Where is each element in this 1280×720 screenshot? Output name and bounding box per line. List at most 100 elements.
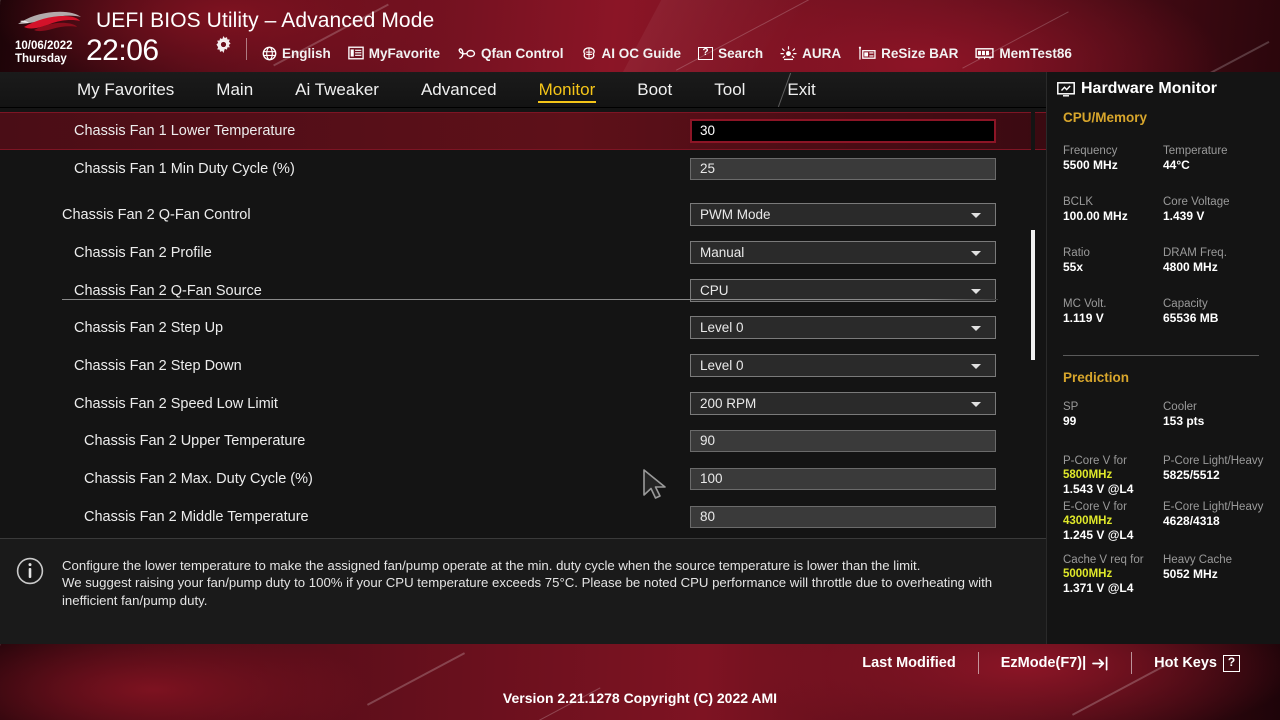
hw-cell-key: Capacity (1163, 298, 1208, 310)
setting-row[interactable]: Chassis Fan 1 Lower Temperature 30 (0, 112, 1046, 150)
hw-cell-key: P-Core V for 5800MHz (1063, 455, 1127, 481)
hw-cell: MC Volt. 1.119 V (1063, 297, 1163, 326)
tab-my-favorites[interactable]: My Favorites (56, 72, 195, 108)
clock-text: 22:06 (86, 34, 159, 67)
memory-icon (975, 48, 994, 60)
tab-monitor[interactable]: Monitor (518, 72, 617, 108)
hw-cell-value: 153 pts (1163, 414, 1205, 428)
setting-input[interactable]: 100 (690, 467, 996, 490)
header-menu-item-resize-bar[interactable]: ReSize BAR (858, 46, 958, 61)
hw-cell: BCLK 100.00 MHz (1063, 195, 1163, 224)
setting-row[interactable]: Chassis Fan 1 Min Duty Cycle (%) 25 (0, 150, 1046, 188)
settings-panel: Chassis Fan 1 Lower Temperature 30 Chassis… (0, 108, 1046, 538)
setting-input[interactable]: 30 (690, 118, 996, 143)
header-divider (246, 38, 247, 60)
monitor-icon (1057, 81, 1075, 96)
tab-tool[interactable]: Tool (693, 72, 766, 108)
setting-value: Level 0 (700, 320, 744, 336)
nav-tabs: My Favorites Main Ai Tweaker Advanced Monito… (56, 72, 837, 108)
setting-label: Chassis Fan 2 Step Down (74, 357, 242, 374)
list-icon (347, 46, 364, 60)
hw-cell-key: MC Volt. (1063, 298, 1107, 310)
tab-advanced[interactable]: Advanced (400, 72, 518, 108)
header-menu-item-myfavorite[interactable]: MyFavorite (347, 46, 440, 61)
hw-cell-key: E-Core V for 4300MHz (1063, 501, 1127, 527)
hotkeys-label: Hot Keys (1154, 655, 1217, 671)
setting-input[interactable]: 80 (690, 505, 996, 528)
hw-cell: Frequency 5500 MHz (1063, 144, 1163, 173)
setting-dropdown[interactable]: Manual (690, 241, 996, 265)
setting-row[interactable]: Chassis Fan 2 Step Up Level 0 (0, 309, 1046, 347)
tab-exit[interactable]: Exit (766, 72, 836, 108)
mouse-cursor (643, 469, 666, 499)
setting-row[interactable]: Chassis Fan 2 Q-Fan Source CPU (0, 272, 1046, 310)
hw-cell: Core Voltage 1.439 V (1163, 195, 1273, 224)
chevron-down-icon (971, 213, 981, 219)
chevron-down-icon (971, 364, 981, 370)
setting-value: 90 (700, 433, 716, 449)
setting-label: Chassis Fan 1 Min Duty Cycle (%) (74, 160, 295, 177)
title-bar: UEFI BIOS Utility – Advanced Mode 10/06/… (0, 0, 1280, 72)
header-menu-item-qfan-control[interactable]: Qfan Control (457, 46, 564, 61)
last-modified-button[interactable]: Last Modified (840, 655, 977, 671)
hw-cell-value: 4628/4318 (1163, 514, 1220, 528)
tab-main[interactable]: Main (195, 72, 274, 108)
fan-icon (458, 47, 476, 59)
header-menu-item-aura[interactable]: AURA (780, 46, 841, 61)
ezmode-button[interactable]: EzMode(F7)| (979, 655, 1131, 671)
setting-row[interactable]: Chassis Fan 2 Upper Temperature 90 (0, 422, 1046, 460)
setting-row[interactable]: Chassis Fan 2 Speed Low Limit 200 RPM (0, 385, 1046, 423)
setting-value: 100 (700, 471, 723, 487)
setting-dropdown[interactable]: Level 0 (690, 316, 996, 340)
hw-cell-value: 65536 MB (1163, 311, 1219, 325)
arrow-into-bracket-icon (1092, 656, 1108, 670)
footer-actions: Last Modified EzMode(F7)| Hot Keys ? (840, 652, 1262, 674)
gear-icon[interactable] (215, 36, 232, 53)
hw-cell-key: P-Core Light/Heavy (1163, 455, 1264, 467)
setting-label: Chassis Fan 1 Lower Temperature (74, 122, 296, 139)
setting-row[interactable]: Chassis Fan 2 Middle Temperature 80 (0, 498, 1046, 536)
hw-cell-key: Frequency (1063, 145, 1118, 157)
setting-row[interactable]: Chassis Fan 2 Max. Duty Cycle (%) 100 (0, 460, 1046, 498)
scrollbar-thumb[interactable] (1031, 230, 1035, 360)
hw-cell: Capacity 65536 MB (1163, 297, 1273, 326)
setting-label: Chassis Fan 2 Speed Low Limit (74, 395, 278, 412)
ezmode-label: EzMode(F7)| (1000, 655, 1087, 671)
sidebar-title: Hardware Monitor (1081, 80, 1218, 97)
setting-row[interactable]: Chassis Fan 2 Step Down Level 0 (0, 347, 1046, 385)
chevron-down-icon (971, 251, 981, 257)
hw-cell-value: 44°C (1163, 158, 1190, 172)
hotkeys-button[interactable]: Hot Keys ? (1132, 654, 1262, 672)
hw-cell: P-Core Light/Heavy 5825/5512 (1163, 454, 1273, 483)
decor-streak (1162, 40, 1270, 72)
hw-cell-key: SP (1063, 401, 1079, 413)
setting-input[interactable]: 25 (690, 157, 996, 180)
tab-boot[interactable]: Boot (616, 72, 693, 108)
setting-dropdown[interactable]: 200 RPM (690, 392, 996, 416)
date-block: 10/06/2022 Thursday (15, 40, 73, 65)
header-menu-item-ai-oc-guide[interactable]: AI OC Guide (581, 46, 681, 61)
header-menu-label: Search (718, 45, 764, 61)
setting-row[interactable]: Chassis Fan 2 Q-Fan Control PWM Mode (0, 196, 1046, 234)
setting-dropdown[interactable]: Level 0 (690, 354, 996, 378)
header-menu-item-search[interactable]: ? Search (698, 46, 763, 61)
last-modified-label: Last Modified (862, 655, 956, 671)
question-box-icon: ? (698, 46, 714, 60)
hw-cell: Temperature 44°C (1163, 144, 1273, 173)
setting-dropdown[interactable]: PWM Mode (690, 203, 996, 227)
tab-ai-tweaker[interactable]: Ai Tweaker (274, 72, 400, 108)
header-menu-item-memtest86[interactable]: MemTest86 (975, 46, 1072, 61)
weekday-text: Thursday (15, 52, 67, 65)
setting-input[interactable]: 90 (690, 429, 996, 452)
hw-cell-value: 5052 MHz (1163, 567, 1218, 581)
header-menu-item-english[interactable]: English (262, 46, 331, 61)
page-title: UEFI BIOS Utility – Advanced Mode (96, 9, 435, 32)
section-divider (62, 299, 998, 300)
rog-logo (18, 11, 81, 32)
hw-cell-key: Cooler (1163, 401, 1197, 413)
setting-value: 200 RPM (700, 396, 757, 412)
hw-cell-value: 99 (1063, 414, 1077, 428)
hw-cell: Cache V req for 5000MHz 1.371 V @L4 (1063, 553, 1163, 596)
setting-label: Chassis Fan 2 Step Up (74, 319, 224, 336)
setting-row[interactable]: Chassis Fan 2 Profile Manual (0, 234, 1046, 272)
